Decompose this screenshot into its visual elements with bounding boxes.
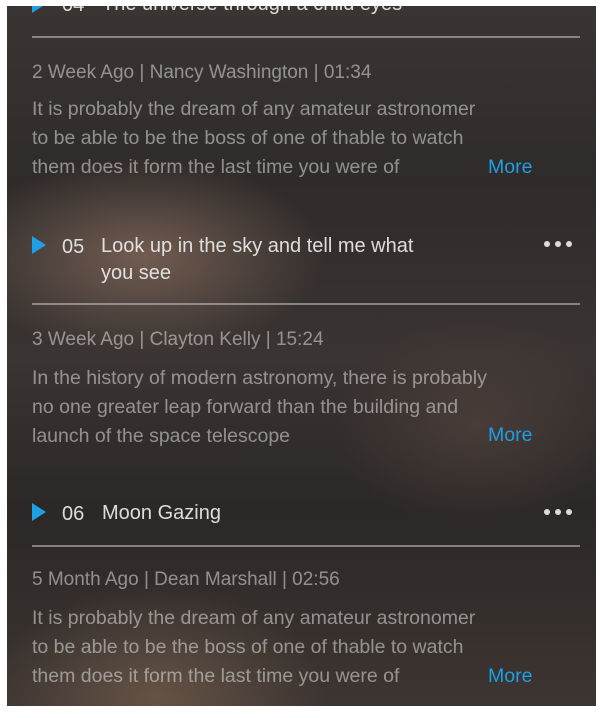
divider xyxy=(32,545,580,547)
episode-number: 05 xyxy=(62,236,85,258)
episode-title: Moon Gazing xyxy=(102,500,221,527)
more-options-icon[interactable] xyxy=(544,239,574,249)
description-line: to be able to be the boss of one of thab… xyxy=(32,127,464,149)
more-link[interactable]: More xyxy=(488,424,532,447)
episode-meta: 3 Week Ago | Clayton Kelly | 15:24 xyxy=(32,329,324,350)
episode-title-line: Moon Gazing xyxy=(102,502,221,524)
more-link[interactable]: More xyxy=(488,156,532,179)
episode-meta: 2 Week Ago | Nancy Washington | 01:34 xyxy=(32,62,372,83)
description-line: to be able to be the boss of one of thab… xyxy=(32,636,464,658)
episode-title: Look up in the sky and tell me what you … xyxy=(101,233,413,287)
divider xyxy=(32,36,580,38)
episode-list: 04 The universe through a child eyes 2 W… xyxy=(7,6,596,706)
episode-meta: 5 Month Ago | Dean Marshall | 02:56 xyxy=(32,569,340,590)
episode-title-line: Look up in the sky and tell me what xyxy=(101,235,414,257)
description-line: It is probably the dream of any amateur … xyxy=(32,98,476,120)
more-options-icon[interactable] xyxy=(544,507,574,517)
play-icon[interactable] xyxy=(32,236,46,254)
episode-number: 06 xyxy=(62,503,85,525)
episode-04-header[interactable]: 04 The universe through a child eyes xyxy=(7,6,596,18)
episode-title: The universe through a child eyes xyxy=(102,6,402,18)
play-icon[interactable] xyxy=(32,6,46,13)
divider xyxy=(32,303,580,305)
description-line: In the history of modern astronomy, ther… xyxy=(32,367,487,389)
episode-title-line: you see xyxy=(101,262,172,284)
description-line: no one greater leap forward than the bui… xyxy=(32,396,459,418)
play-icon[interactable] xyxy=(32,503,46,521)
description-line: It is probably the dream of any amateur … xyxy=(32,607,476,629)
episode-number: 04 xyxy=(62,6,84,17)
episode-title-line: The universe through a child eyes xyxy=(102,6,402,18)
more-link[interactable]: More xyxy=(488,665,532,688)
